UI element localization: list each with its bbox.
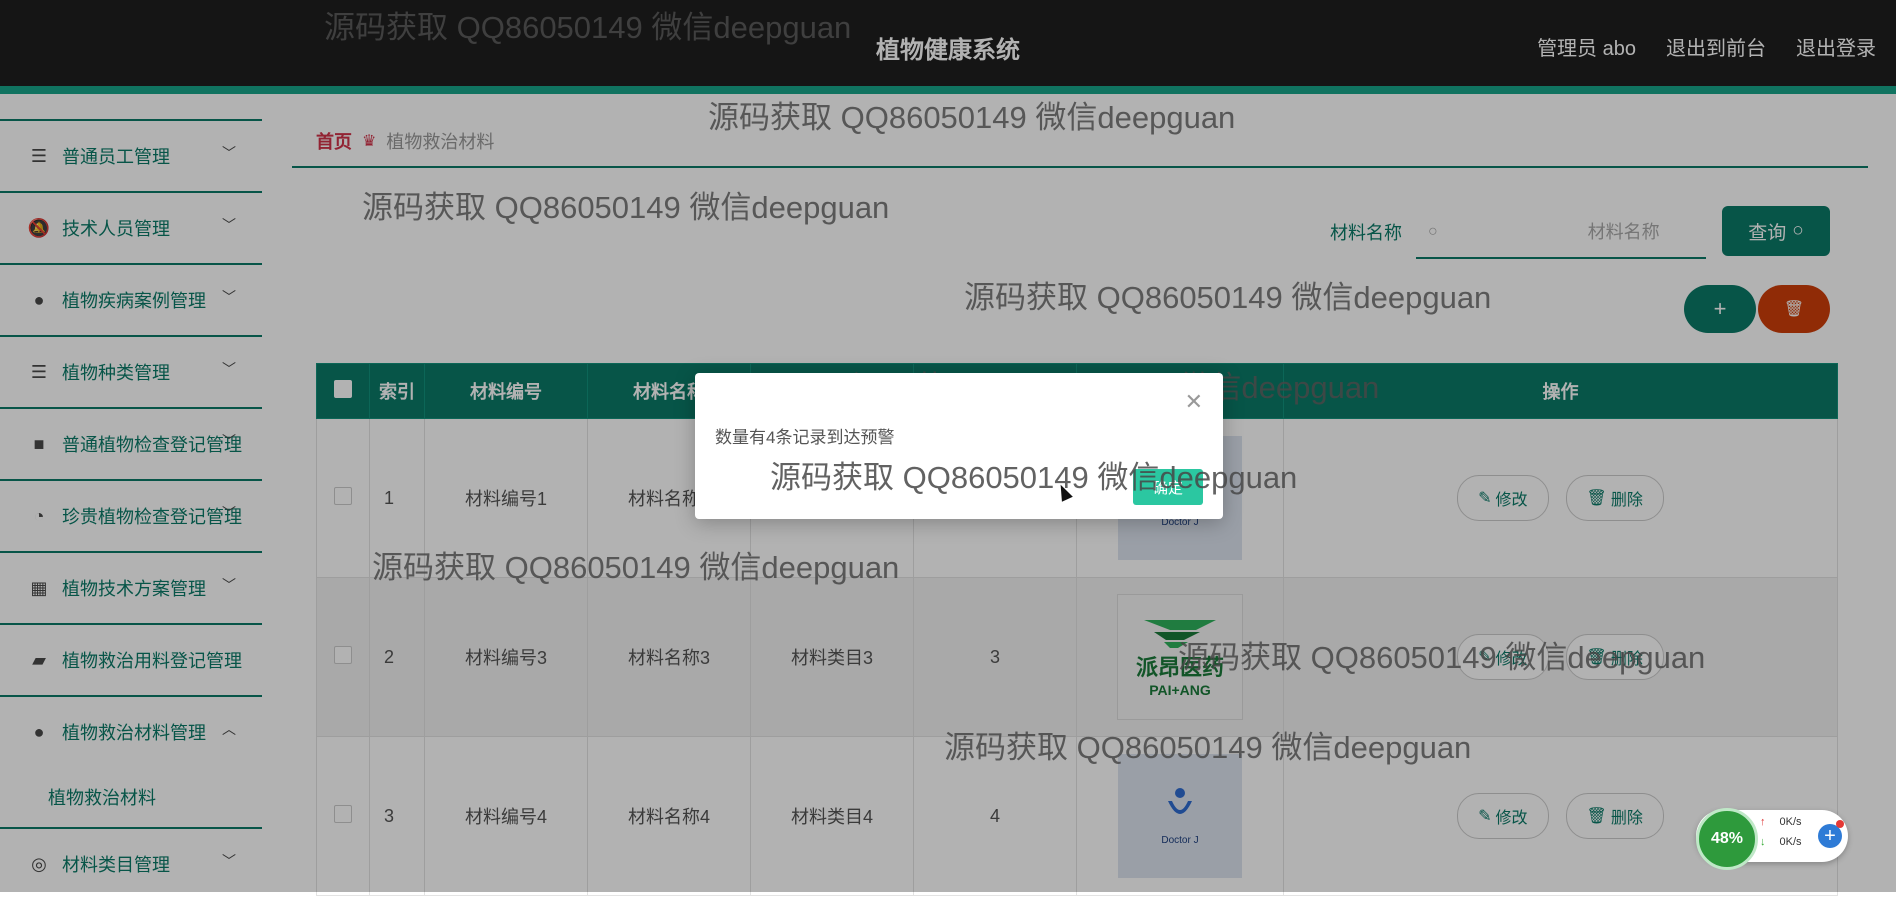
notification-dot [1836,820,1844,828]
upload-speed-value: 0K/s [1779,816,1802,828]
close-icon[interactable]: ✕ [1185,389,1203,415]
alert-message: 数量有4条记录到达预警 [715,428,895,447]
network-speed-widget[interactable]: 48% ↑ 0K/s ↓ 0K/s + [1696,808,1848,870]
download-speed-value: 0K/s [1779,836,1802,848]
arrow-down-icon: ↓ [1760,836,1766,848]
alert-dialog: ✕ 数量有4条记录到达预警 确定 [695,373,1223,519]
arrow-up-icon: ↑ [1760,816,1766,828]
confirm-button[interactable]: 确定 [1133,469,1203,505]
upload-speed: ↑ 0K/s [1760,816,1802,828]
cpu-percent-ring: 48% [1696,808,1758,870]
download-speed: ↓ 0K/s [1760,836,1802,848]
